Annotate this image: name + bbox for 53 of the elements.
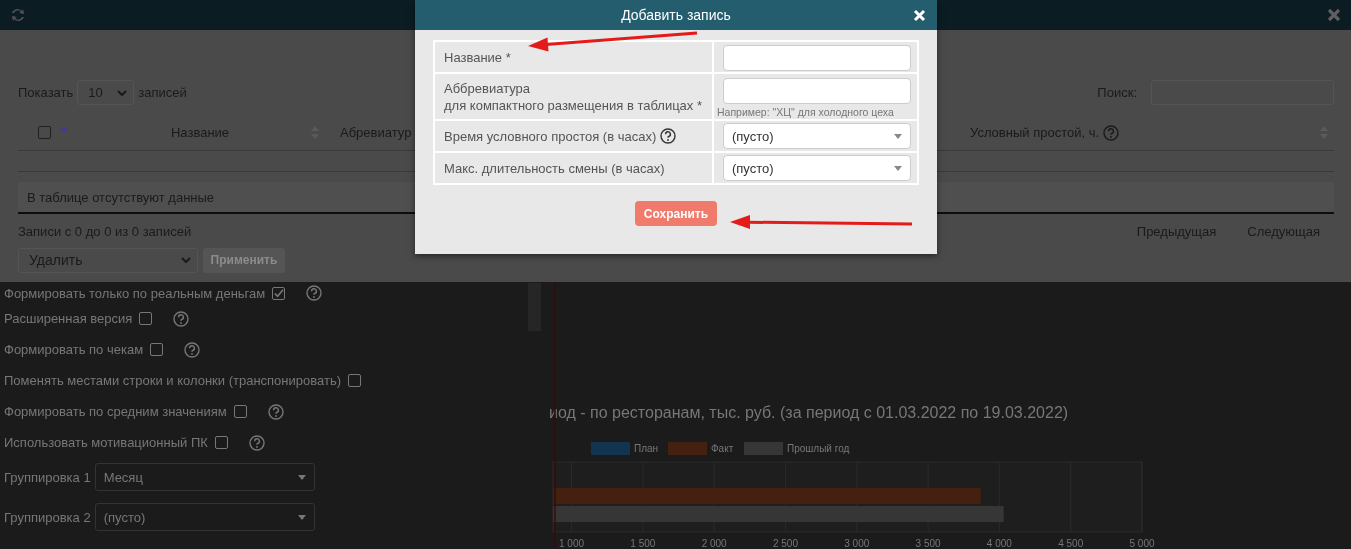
option-label: Группировка 2 <box>4 509 91 525</box>
axis-tick-label: 1 500 <box>630 538 656 549</box>
checkbox[interactable] <box>233 405 247 418</box>
text-field[interactable] <box>723 77 911 104</box>
scroll-thumb[interactable] <box>528 283 541 331</box>
option-label: Использовать мотивационный ПК <box>4 435 208 450</box>
checkbox[interactable] <box>214 436 228 449</box>
option-label: Расширенная версия <box>4 311 133 326</box>
save-button[interactable]: Сохранить <box>635 201 717 226</box>
option-label: Поменять местами строки и колонки (транспонировать) <box>4 373 341 388</box>
checkbox[interactable] <box>272 286 286 300</box>
chevron-icon <box>117 89 128 96</box>
field-label: Название * <box>444 50 511 66</box>
dropdown-select[interactable]: (пусто) <box>723 155 911 181</box>
axis-tick-label: 2 500 <box>772 538 798 549</box>
dialog-title: Добавить запись <box>621 7 731 23</box>
axis-tick-label: 2 000 <box>701 538 727 549</box>
field-label: Аббревиатура для компактного размещения в таблицах * <box>444 81 702 113</box>
refresh-icon <box>10 7 26 23</box>
caret-icon <box>297 514 306 520</box>
grouping-select[interactable]: Месяц <box>94 463 315 491</box>
caret-icon <box>297 474 306 480</box>
option-label: Формировать по чекам <box>4 342 144 357</box>
field-hint: Например: "ХЦ" для холодного цеха <box>717 105 895 118</box>
checkbox[interactable] <box>38 126 51 139</box>
option-label: Группировка 1 <box>4 469 91 485</box>
legend-label: План <box>634 443 659 454</box>
dropdown-select[interactable]: (пусто) <box>723 123 911 149</box>
checkbox[interactable] <box>348 374 361 387</box>
checkbox[interactable] <box>150 343 164 356</box>
grouping-select[interactable]: (пусто) <box>94 503 315 531</box>
legend-item[interactable]: Прошлый год <box>744 442 850 455</box>
caret-icon <box>894 165 902 171</box>
axis-tick-label: 3 000 <box>844 538 870 549</box>
checkbox[interactable] <box>139 312 153 325</box>
legend-label: Прошлый год <box>787 443 850 454</box>
axis-tick-label: 4 000 <box>986 538 1012 549</box>
field-label: Время условного простоя (в часах) <box>444 128 657 144</box>
legend-label: Факт <box>711 443 734 454</box>
axis-tick-label: 4 500 <box>1058 538 1084 549</box>
field-label: Макс. длительность смены (в часах) <box>444 161 665 177</box>
chart-title: иод - по ресторанам, тыс. руб. (за период с 01.03.2022 по 19.03.2022) <box>549 404 1069 421</box>
axis-tick-label: 3 500 <box>915 538 941 549</box>
check-icon <box>273 288 285 298</box>
caret-icon <box>894 133 902 139</box>
axis-tick-label: 1 000 <box>559 538 585 549</box>
axis-tick-label: 5 000 <box>1129 538 1155 549</box>
option-label: Формировать только по реальным деньгам <box>4 285 266 301</box>
close-icon[interactable] <box>913 9 926 22</box>
option-label: Формировать по средним значениям <box>4 404 227 419</box>
chevron-icon <box>181 257 191 263</box>
close-icon <box>1327 8 1341 22</box>
text-field[interactable] <box>723 45 911 71</box>
